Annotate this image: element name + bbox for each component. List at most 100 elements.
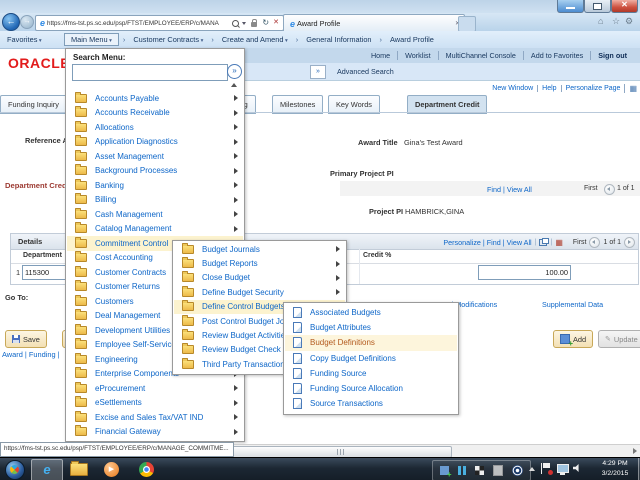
- footer-links[interactable]: Award | Funding |: [2, 350, 60, 359]
- menu-item[interactable]: Define Budget Security: [174, 285, 345, 299]
- menu-item[interactable]: Financial Gateway: [67, 425, 243, 440]
- menu-item[interactable]: Asset Management: [67, 149, 243, 164]
- menu-item[interactable]: Funding Source Allocation: [285, 381, 457, 396]
- menu-item[interactable]: Cash Management: [67, 207, 243, 222]
- chevron-down-icon[interactable]: [242, 22, 246, 25]
- menu-item[interactable]: Catalog Management: [67, 222, 243, 237]
- close-button[interactable]: ✕: [611, 0, 638, 13]
- pi-prev-icon[interactable]: [604, 184, 615, 195]
- new-tab-stub[interactable]: [458, 16, 476, 32]
- stop-icon[interactable]: ✕: [273, 19, 279, 27]
- favorites-menu[interactable]: Favorites: [7, 35, 42, 44]
- popout-icon[interactable]: [539, 239, 547, 246]
- tray-disc-icon[interactable]: [512, 465, 523, 476]
- search-go-button[interactable]: »: [227, 64, 242, 79]
- header-link[interactable]: MultiChannel Console: [438, 51, 523, 60]
- minimize-button[interactable]: [557, 0, 584, 13]
- tray-app-plus-icon[interactable]: [440, 466, 449, 475]
- menu-item[interactable]: Budget Reports: [174, 256, 345, 270]
- folder-icon: [75, 253, 87, 262]
- page-icon: [293, 353, 302, 364]
- menu-item[interactable]: Funding Source: [285, 366, 457, 381]
- url-text[interactable]: https://fms-tst.ps.sc.edu/psp/FTST/EMPLO…: [47, 20, 231, 27]
- credit-input[interactable]: [478, 265, 571, 280]
- taskbar-clock[interactable]: 4:29 PM 3/2/2015: [592, 459, 638, 480]
- header-link[interactable]: Add to Favorites: [523, 51, 590, 60]
- add-button[interactable]: Add: [553, 330, 593, 348]
- help-link[interactable]: Help: [537, 85, 556, 92]
- menu-item[interactable]: Budget Attributes: [285, 320, 457, 335]
- breadcrumb-item[interactable]: Create and Amend: [207, 34, 291, 45]
- new-window-link[interactable]: New Window: [492, 85, 533, 92]
- header-expand-button[interactable]: »: [310, 65, 326, 79]
- back-button[interactable]: ←: [2, 13, 20, 31]
- hscrollbar-right-arrow[interactable]: [633, 448, 637, 454]
- forward-button[interactable]: →: [20, 15, 34, 29]
- taskbar-folder-icon[interactable]: [70, 463, 88, 476]
- home-icon[interactable]: ⌂: [598, 16, 603, 26]
- refresh-icon[interactable]: ↻: [262, 19, 269, 27]
- folder-icon: [75, 94, 87, 103]
- star-icon[interactable]: ☆: [612, 16, 620, 27]
- menu-item[interactable]: Background Processes: [67, 164, 243, 179]
- details-first-label: First: [573, 239, 587, 246]
- grid-download-icon[interactable]: ▦: [555, 239, 563, 246]
- details-prev-icon[interactable]: [589, 237, 600, 248]
- pi-find-links[interactable]: Find | View All: [487, 185, 532, 194]
- menu-item[interactable]: Budget Definitions: [285, 335, 457, 350]
- actioncenter-flag-icon[interactable]: [541, 463, 550, 474]
- breadcrumb-item[interactable]: General Information: [292, 34, 376, 45]
- search-icon[interactable]: [232, 20, 239, 27]
- save-button[interactable]: Save: [5, 330, 47, 348]
- menu-item[interactable]: Billing: [67, 193, 243, 208]
- menu-item[interactable]: Banking: [67, 178, 243, 193]
- breadcrumb-item[interactable]: Customer Contracts: [119, 34, 207, 45]
- breadcrumb-item[interactable]: Award Profile: [376, 34, 438, 45]
- header-link[interactable]: Worklist: [397, 51, 437, 60]
- menu-item[interactable]: Allocations: [67, 120, 243, 135]
- oracle-logo: ORACLE: [8, 55, 70, 71]
- breadcrumb-item[interactable]: Main Menu: [64, 33, 119, 46]
- taskbar-mediaplayer-icon[interactable]: ▶: [104, 462, 119, 477]
- search-menu-input[interactable]: [72, 64, 228, 81]
- tray-pause-icon[interactable]: [458, 466, 466, 475]
- taskbar-chrome-icon[interactable]: [139, 462, 154, 477]
- breadcrumb: Main Menu Customer Contracts Create and …: [64, 31, 438, 47]
- url-box[interactable]: e https://fms-tst.ps.sc.edu/psp/FTST/EMP…: [35, 15, 284, 31]
- details-toolbar-links[interactable]: Personalize | Find | View All: [443, 238, 531, 247]
- show-hidden-icons[interactable]: [529, 467, 535, 471]
- restore-button[interactable]: [584, 0, 611, 13]
- menu-scroll-up-icon[interactable]: [231, 83, 237, 87]
- folder-icon: [75, 427, 87, 436]
- network-icon[interactable]: [557, 464, 569, 473]
- start-button[interactable]: [5, 460, 25, 480]
- menu-item[interactable]: Budget Journals: [174, 242, 345, 256]
- define-control-budgets-list: Associated Budgets Budget Attributes Bud…: [285, 305, 457, 411]
- menu-item[interactable]: Accounts Receivable: [67, 106, 243, 121]
- taskbar-ie-button[interactable]: e: [31, 459, 63, 480]
- menu-item[interactable]: Associated Budgets: [285, 305, 457, 320]
- menu-item[interactable]: eSettlements: [67, 396, 243, 411]
- details-next-icon[interactable]: [624, 237, 635, 248]
- menu-item[interactable]: Accounts Payable: [67, 91, 243, 106]
- personalize-page-link[interactable]: Personalize Page: [561, 85, 621, 92]
- tray-checker-icon[interactable]: [475, 466, 484, 475]
- gear-icon[interactable]: ⚙: [625, 16, 633, 27]
- menu-item[interactable]: Excise and Sales Tax/VAT IND: [67, 410, 243, 425]
- save-label: Save: [23, 335, 40, 344]
- tray-window-icon[interactable]: [493, 465, 503, 476]
- menu-item[interactable]: Application Diagnostics: [67, 135, 243, 150]
- menu-item[interactable]: Source Transactions: [285, 396, 457, 411]
- department-input[interactable]: [22, 265, 70, 280]
- copy-url-icon[interactable]: ▦: [624, 84, 637, 93]
- update-button: ✎ Update: [598, 330, 640, 348]
- menu-item[interactable]: eProcurement: [67, 381, 243, 396]
- header-link[interactable]: Home: [364, 51, 397, 60]
- speaker-icon[interactable]: [573, 464, 582, 472]
- advanced-search-link[interactable]: Advanced Search: [337, 67, 394, 76]
- supplemental-data-link[interactable]: Supplemental Data: [542, 300, 603, 309]
- header-link[interactable]: Sign out: [590, 51, 634, 60]
- menu-item[interactable]: Copy Budget Definitions: [285, 351, 457, 366]
- browser-tab[interactable]: e Award Profile ✕: [283, 14, 465, 32]
- menu-item[interactable]: Close Budget: [174, 271, 345, 285]
